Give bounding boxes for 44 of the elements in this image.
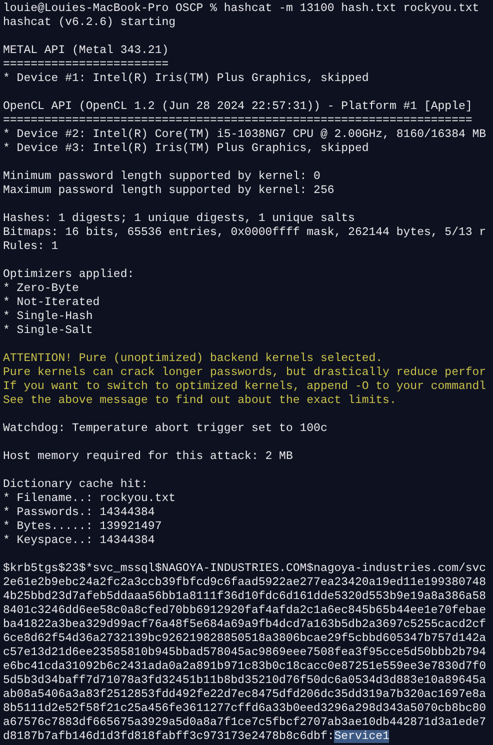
terminal-line: * Device #3: Intel(R) Iris(TM) Plus Graphics, skipped xyxy=(3,142,370,156)
terminal-line: c57e13d21d6ee23585810b945bbad578045ac9869eee7508fea3f95cce5d50bbb2b794 xyxy=(3,646,488,660)
terminal-line: * Bytes.....: 139921497 xyxy=(3,520,163,534)
terminal-line: Bitmaps: 16 bits, 65536 entries, 0x0000ffff mask, 262144 bytes, 5/13 r xyxy=(3,226,488,240)
terminal-line: ==================================================================== xyxy=(3,114,474,128)
terminal-line: 4b25bbd23d7afeb5ddaaa56bb1a8111f36d10fdc6d161dde5320d553b9e19a8a386a58 xyxy=(3,590,488,604)
terminal-line: OpenCL API (OpenCL 1.2 (Jun 28 2024 22:57:31)) - Platform #1 [Apple] xyxy=(3,100,474,114)
terminal-line: $krb5tgs$23$*svc_mssql$NAGOYA-INDUSTRIES.COM$nagoya-industries.com/svc xyxy=(3,562,488,576)
cracked-password: Service1 xyxy=(334,730,390,743)
warning-line: If you want to switch to optimized kernels, append -O to your commandl xyxy=(3,380,488,394)
terminal-line: Rules: 1 xyxy=(3,240,60,254)
terminal-line: Host memory required for this attack: 2 MB xyxy=(3,450,294,464)
terminal-line: * Device #2: Intel(R) Core(TM) i5-1038NG7 CPU @ 2.00GHz, 8160/16384 MB xyxy=(3,128,488,142)
terminal-line: * Single-Hash xyxy=(3,310,94,324)
terminal-line: Hashes: 1 digests; 1 unique digests, 1 unique salts xyxy=(3,212,356,226)
terminal-line: e6bc41cda31092b6c2431ada0a2a891b971c83b0c18cacc0e87251e559ee3e7830d7f0 xyxy=(3,660,488,674)
terminal-line: Minimum password length supported by kernel: 0 xyxy=(3,170,322,184)
terminal-line: * Single-Salt xyxy=(3,324,94,338)
terminal-line: Dictionary cache hit: xyxy=(3,478,149,492)
terminal-line: 8401c3246dd6ee58c0a8cfed70bb6912920faf4afda2c1a6ec845b65b44ee1e70febae xyxy=(3,604,488,618)
terminal-line: 8b5111d2e52f58f21c25a456fe3611277cffd6a33b0eed3296a298d343a5070cb8bc80 xyxy=(3,702,488,716)
terminal-line: 6ce8d62f54d36a2732139bc926219828850518a3806bcae29f5cbbd605347b757d142a xyxy=(3,632,488,646)
hash-text: d8187b7afb146d1d3fd818fabff3c973173e2478b8c6dbf: xyxy=(3,730,334,743)
terminal-line: a67576c7883df665675a3929a5d0a8a7f1ce7c5fbcf2707ab3ae10db442871d3a1ede7 xyxy=(3,716,488,730)
warning-line: See the above message to find out about the exact limits. xyxy=(3,394,398,408)
terminal-line: METAL API (Metal 343.21) xyxy=(3,44,170,58)
terminal-line: * Zero-Byte xyxy=(3,282,80,296)
terminal-line: 2e61e2b9ebc24a2fc2a3ccb39fbfcd9c6faad5922ae277ea23420a19ed11e199380748 xyxy=(3,576,488,590)
terminal-line: * Not-Iterated xyxy=(3,296,101,310)
terminal-line: hashcat (v6.2.6) starting xyxy=(3,16,177,30)
warning-line: Pure kernels can crack longer passwords, but drastically reduce perfor xyxy=(3,366,488,380)
terminal-line: * Device #1: Intel(R) Iris(TM) Plus Graphics, skipped xyxy=(3,72,370,86)
warning-line: ATTENTION! Pure (unoptimized) backend kernels selected. xyxy=(3,352,384,366)
terminal-line: Optimizers applied: xyxy=(3,268,136,282)
terminal-line: Watchdog: Temperature abort trigger set to 100c xyxy=(3,422,328,436)
terminal-line: * Passwords.: 14344384 xyxy=(3,506,156,520)
terminal-line: ba41822a3bea329d99acf76a48f5e684a69a9fb4dcd7a163b5db2a3697c5255cacd2cf xyxy=(3,618,488,632)
terminal-line: * Keyspace..: 14344384 xyxy=(3,534,156,548)
terminal-line: louie@Louies-MacBook-Pro OSCP % hashcat -m 13100 hash.txt rockyou.txt xyxy=(3,2,480,16)
terminal-line: ab08a5406a3a83f2512853fdd492fe22d7ec8475dfd206dc35dd319a7b320ac1697e8a xyxy=(3,688,488,702)
terminal-line: * Filename..: rockyou.txt xyxy=(3,492,177,506)
terminal-line: ======================== xyxy=(3,58,170,72)
terminal-line: 5d5b3d34baff7d71078a3fd32451b11b8bd35210d76f50dc6a0534d3d883e10a89645a xyxy=(3,674,488,688)
terminal-line: Maximum password length supported by kernel: 256 xyxy=(3,184,336,198)
